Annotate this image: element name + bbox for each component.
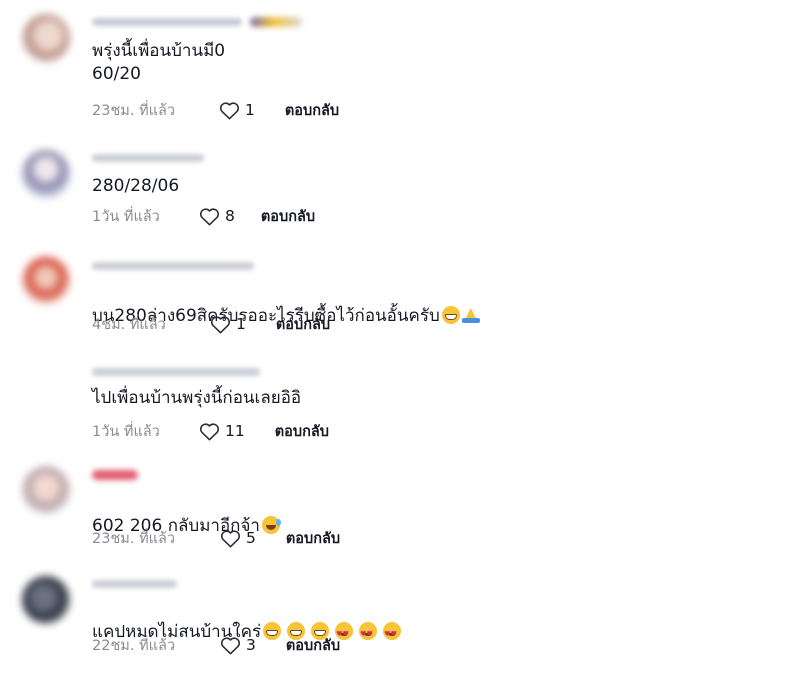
- heart-icon: [220, 636, 241, 654]
- comment-time: 23ชม. ที่แล้ว: [92, 102, 175, 119]
- reply-button[interactable]: ตอบกลับ: [276, 313, 330, 336]
- heart-icon: [210, 315, 231, 333]
- reply-button[interactable]: ตอบกลับ: [261, 205, 315, 228]
- comment-time: 23ชม. ที่แล้ว: [92, 530, 175, 547]
- reply-button[interactable]: ตอบกลับ: [286, 634, 340, 657]
- reply-button[interactable]: ตอบกลับ: [275, 420, 329, 443]
- like-button[interactable]: 11: [199, 422, 245, 441]
- avatar[interactable]: [22, 150, 70, 198]
- comment-meta: 4ชม. ที่แล้ว 1 ตอบกลับ: [92, 314, 330, 334]
- comment-time: 1วัน ที่แล้ว: [92, 423, 160, 440]
- comment-time: 4ชม. ที่แล้ว: [92, 316, 166, 333]
- username[interactable]: [92, 262, 254, 270]
- comment-meta: 23ชม. ที่แล้ว 1 ตอบกลับ: [92, 100, 339, 120]
- reply-button[interactable]: ตอบกลับ: [286, 527, 340, 550]
- like-button[interactable]: 1: [219, 101, 255, 120]
- comment-text: ไปเพื่อนบ้านพรุ่งนี้ก่อนเลยอิอิ: [92, 388, 302, 408]
- comment-time: 1วัน ที่แล้ว: [92, 208, 160, 225]
- comment-text: พรุ่งนี้เพื่อนบ้านมี0 60/20: [92, 41, 226, 84]
- like-count: 5: [246, 529, 256, 547]
- like-count: 1: [236, 315, 246, 333]
- smiling-hearts-icon: [383, 622, 402, 646]
- username[interactable]: [92, 368, 260, 376]
- heart-icon: [219, 101, 240, 119]
- heart-icon: [199, 207, 220, 225]
- smiling-hearts-icon: [359, 622, 378, 646]
- avatar[interactable]: [22, 466, 70, 514]
- heart-icon: [199, 422, 220, 440]
- username[interactable]: [92, 154, 204, 162]
- like-button[interactable]: 8: [199, 207, 235, 226]
- like-button[interactable]: 5: [220, 529, 256, 548]
- like-count: 3: [246, 636, 256, 654]
- heart-icon: [220, 529, 241, 547]
- like-button[interactable]: 3: [220, 636, 256, 655]
- like-count: 11: [225, 422, 245, 440]
- comment-meta: 23ชม. ที่แล้ว 5 ตอบกลับ: [92, 528, 340, 548]
- comment-meta: 1วัน ที่แล้ว 11 ตอบกลับ: [92, 421, 329, 441]
- like-count: 8: [225, 207, 235, 225]
- reply-button[interactable]: ตอบกลับ: [285, 99, 339, 122]
- username[interactable]: [92, 580, 177, 588]
- comment-time: 22ชม. ที่แล้ว: [92, 637, 175, 654]
- like-button[interactable]: 1: [210, 315, 246, 334]
- grin-icon: [441, 306, 460, 324]
- username[interactable]: [92, 18, 242, 26]
- avatar[interactable]: [22, 14, 70, 62]
- username-emoji: [250, 17, 302, 27]
- like-count: 1: [245, 101, 255, 119]
- avatar[interactable]: [22, 256, 70, 304]
- comment-meta: 22ชม. ที่แล้ว 3 ตอบกลับ: [92, 635, 340, 655]
- pray-icon: [461, 306, 480, 324]
- avatar[interactable]: [22, 576, 70, 624]
- username[interactable]: [92, 470, 138, 480]
- comment-meta: 1วัน ที่แล้ว 8 ตอบกลับ: [92, 206, 315, 226]
- comment-text: 280/28/06: [92, 176, 180, 196]
